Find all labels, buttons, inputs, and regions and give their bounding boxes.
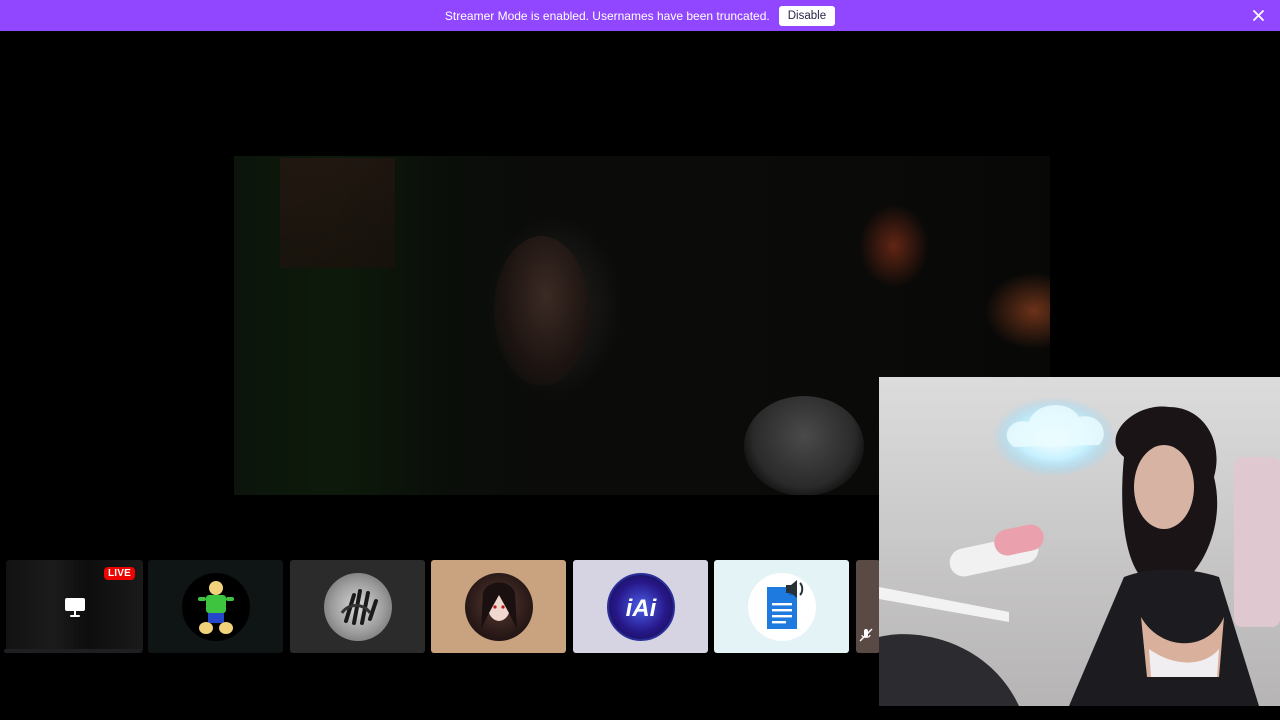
- video-wall-picture: [280, 158, 395, 268]
- handprint-avatar: [323, 572, 392, 641]
- streamer-mode-banner: Streamer Mode is enabled. Usernames have…: [0, 0, 1280, 31]
- participant-tile-strip: LIVE iAi: [0, 560, 880, 655]
- video-pillow: [744, 396, 864, 495]
- disable-streamer-mode-button[interactable]: Disable: [778, 5, 836, 26]
- anime-avatar: [464, 572, 533, 641]
- participant-tile-3[interactable]: [431, 560, 566, 653]
- webcam-picture: [879, 377, 1280, 706]
- video-person: [494, 236, 589, 386]
- call-stage: LIVE iAi: [0, 31, 1280, 720]
- svg-text:iAi: iAi: [625, 595, 657, 622]
- screen-share-tile[interactable]: LIVE: [6, 560, 143, 653]
- participant-tile-5[interactable]: [714, 560, 849, 653]
- iai-logo-avatar: iAi: [606, 572, 675, 641]
- document-speaker-avatar: [747, 572, 816, 641]
- participant-tile-6-partial[interactable]: [856, 560, 880, 653]
- participant-tile-2[interactable]: [290, 560, 425, 653]
- live-badge: LIVE: [103, 567, 135, 580]
- monitor-icon: [64, 597, 85, 617]
- streamer-mode-message: Streamer Mode is enabled. Usernames have…: [444, 8, 770, 23]
- character-avatar: [181, 572, 250, 641]
- webcam-overlay[interactable]: [879, 377, 1280, 706]
- screen-share-tile-underline: [4, 649, 141, 653]
- participant-tile-4[interactable]: iAi: [573, 560, 708, 653]
- participant-tile-1[interactable]: [148, 560, 283, 653]
- muted-mic-icon: [859, 628, 873, 642]
- close-icon[interactable]: [1251, 8, 1266, 23]
